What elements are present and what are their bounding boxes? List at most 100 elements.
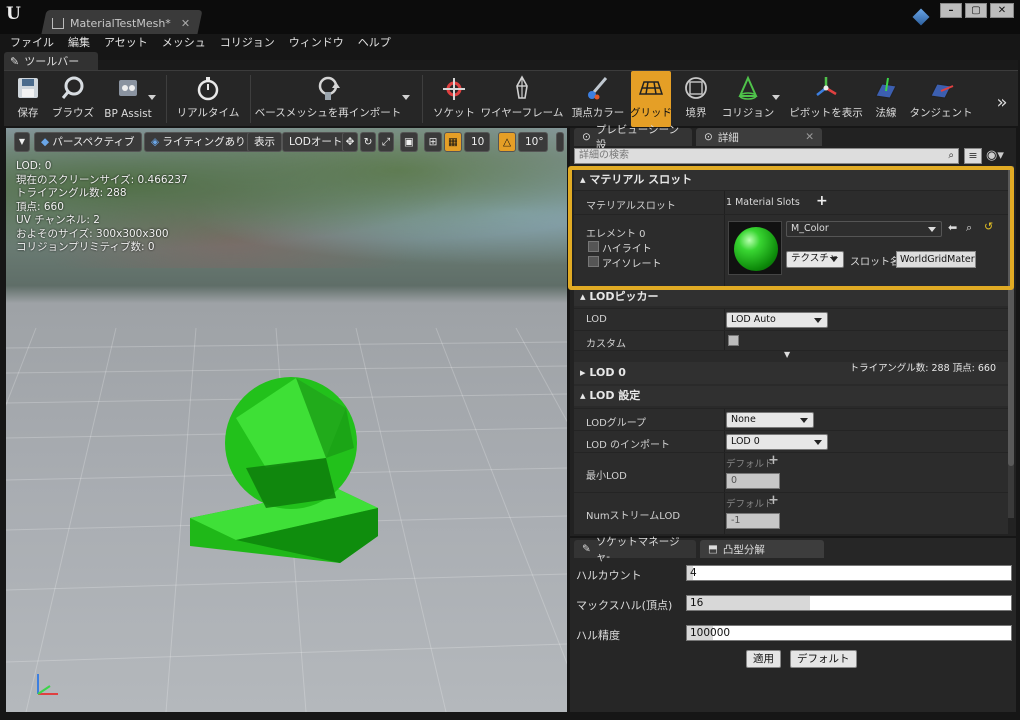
viewport-maximize-button[interactable] — [556, 132, 564, 152]
show-button[interactable]: 表示 — [247, 132, 282, 152]
menu-help[interactable]: ヘルプ — [358, 34, 391, 51]
tab-preview-scene[interactable]: ⊙ プレビューシーン設 — [574, 124, 692, 151]
rotation-snap-label: 10° — [525, 136, 544, 148]
viewport-toolbar: ▼ ◆ パースペクティブ ◈ ライティングあり 表示 LODオート ✥ ↻ ⤢ … — [14, 132, 564, 152]
lod-group-dropdown[interactable]: None — [726, 412, 814, 428]
grid-snap-value[interactable]: 10 — [464, 132, 490, 152]
rotate-mode-button[interactable]: ↻ — [360, 132, 376, 152]
translate-mode-button[interactable]: ✥ — [342, 132, 358, 152]
lod-import-row: LOD のインポート LOD 0 — [574, 430, 1008, 453]
perspective-button[interactable]: ◆ パースペクティブ — [34, 132, 142, 152]
bounds-button[interactable]: 境界 — [676, 71, 716, 127]
menu-collision[interactable]: コリジョン — [220, 34, 275, 51]
stat-triangles: トライアングル数: 288 — [16, 187, 127, 199]
tab-details[interactable]: ⊙ 詳細 ✕ — [696, 128, 822, 146]
vertex-colors-button[interactable]: 頂点カラー — [570, 71, 626, 127]
stat-uv-channels: UV チャンネル: 2 — [16, 214, 100, 226]
axis-gizmo-icon — [37, 674, 58, 695]
search-placeholder: 詳細の検索 — [579, 150, 629, 161]
lod-auto-button[interactable]: LODオート — [282, 132, 350, 152]
maximize-button[interactable]: ▢ — [965, 3, 987, 18]
toolbar-tab[interactable]: ✎ ツールバー — [4, 52, 98, 70]
hull-count-slider[interactable]: 4 — [686, 565, 1012, 581]
show-pivot-button[interactable]: ピボットを表示 — [789, 71, 863, 127]
list-view-button[interactable]: ≡ — [964, 148, 982, 164]
browse-button[interactable]: ブラウズ — [52, 71, 94, 127]
grid-snap-label: 10 — [471, 136, 485, 148]
wireframe-button[interactable]: ワイヤーフレーム — [480, 71, 564, 127]
lighting-button[interactable]: ◈ ライティングあり — [144, 132, 253, 152]
lod0-title: LOD 0 — [589, 366, 626, 379]
lod-dropdown[interactable]: LOD Auto — [726, 312, 828, 328]
menu-edit[interactable]: 編集 — [68, 34, 90, 51]
preview-icon: ⊙ — [582, 131, 591, 143]
viewport-options-button[interactable]: ▼ — [14, 132, 30, 152]
document-tab-content[interactable]: MaterialTestMesh* ✕ — [52, 13, 190, 33]
tangents-button[interactable]: タンジェント — [910, 71, 973, 127]
rotation-snap-toggle[interactable]: △ — [498, 132, 516, 152]
max-hull-fill — [687, 596, 811, 610]
num-stream-lod-input[interactable]: -1 — [726, 513, 780, 529]
apply-button[interactable]: 適用 — [746, 650, 781, 668]
bp-assist-icon — [119, 80, 137, 96]
menu-window[interactable]: ウィンドウ — [289, 34, 344, 51]
show-label: 表示 — [254, 136, 275, 148]
lod-picker-header[interactable]: ▴ LODピッカー — [574, 288, 1008, 306]
lod-group-row: LODグループ None — [574, 408, 1008, 431]
minimize-button[interactable]: – — [940, 3, 962, 18]
lod0-header[interactable]: ▸ LOD 0 トライアングル数: 288 頂点: 660 — [574, 362, 1008, 384]
menu-asset[interactable]: アセット — [104, 34, 148, 51]
hull-count-row: ハルカウント 4 — [574, 560, 1012, 586]
chevron-down-icon — [814, 318, 822, 323]
rotation-snap-value[interactable]: 10° — [518, 132, 548, 152]
close-tab-icon[interactable]: ✕ — [181, 17, 190, 30]
lod-settings-header[interactable]: ▴ LOD 設定 — [574, 386, 1008, 406]
world-local-button[interactable]: ▣ — [400, 132, 418, 152]
tab-socket-manager[interactable]: ✎ ソケットマネージャ- — [574, 536, 696, 563]
mesh-icon — [52, 17, 64, 29]
grid-snap-toggle[interactable]: ▦ — [444, 132, 462, 152]
move-icon: ✥ — [345, 136, 355, 148]
hull-precision-slider[interactable]: 100000 — [686, 625, 1012, 641]
socket-button[interactable]: ソケット — [432, 71, 476, 127]
menu-file[interactable]: ファイル — [10, 34, 54, 51]
reimport-button[interactable]: ベースメッシュを再インポート — [255, 71, 401, 127]
min-lod-label: 最小LOD — [586, 471, 627, 482]
bp-assist-dropdown-icon[interactable] — [148, 95, 156, 100]
surface-snap-button[interactable]: ⊞ — [424, 132, 442, 152]
add-platform-override-icon[interactable]: + — [768, 453, 779, 468]
details-search-input[interactable]: 詳細の検索 ⌕ — [574, 148, 959, 164]
menu-mesh[interactable]: メッシュ — [162, 34, 206, 51]
max-hull-slider[interactable]: 16 — [686, 595, 1012, 611]
grid-button[interactable]: グリッド — [630, 71, 672, 127]
bp-assist-label: BP Assist — [104, 108, 152, 120]
convex-icon: ⬒ — [708, 543, 718, 555]
lod-picker-title: LODピッカー — [589, 290, 659, 303]
visibility-button[interactable]: ◉▾ — [986, 148, 1012, 164]
realtime-button[interactable]: リアルタイム — [176, 71, 240, 127]
collision-button[interactable]: コリジョン — [720, 71, 776, 127]
search-icon: ⌕ — [948, 150, 954, 161]
viewport[interactable]: ▼ ◆ パースペクティブ ◈ ライティングあり 表示 LODオート ✥ ↻ ⤢ … — [6, 128, 567, 712]
close-button[interactable]: ✕ — [990, 3, 1014, 18]
reimport-dropdown-icon[interactable] — [402, 95, 410, 100]
default-button[interactable]: デフォルト — [790, 650, 857, 668]
collision-dropdown-icon[interactable] — [772, 95, 780, 100]
add-platform-override-icon[interactable]: + — [768, 493, 779, 508]
more-tools-button[interactable]: » — [992, 71, 1012, 127]
lod-value: LOD Auto — [731, 314, 776, 325]
stat-collision-primitives: コリジョンプリミティブ数: 0 — [16, 241, 155, 253]
tab-convex-label: 凸型分解 — [722, 543, 765, 556]
save-button[interactable]: 保存 — [10, 71, 46, 127]
min-lod-row: 最小LOD デフォルト + 0 — [574, 452, 1008, 493]
tab-convex-decomposition[interactable]: ⬒ 凸型分解 — [700, 540, 824, 558]
apply-label: 適用 — [753, 653, 774, 665]
custom-checkbox[interactable] — [728, 335, 739, 346]
close-tab-icon[interactable]: ✕ — [805, 131, 814, 143]
grid-icon — [638, 81, 664, 95]
scale-mode-button[interactable]: ⤢ — [378, 132, 394, 152]
lod-import-dropdown[interactable]: LOD 0 — [726, 434, 828, 450]
lod-row: LOD LOD Auto — [574, 308, 1008, 331]
min-lod-input[interactable]: 0 — [726, 473, 780, 489]
normals-button[interactable]: 法線 — [868, 71, 904, 127]
